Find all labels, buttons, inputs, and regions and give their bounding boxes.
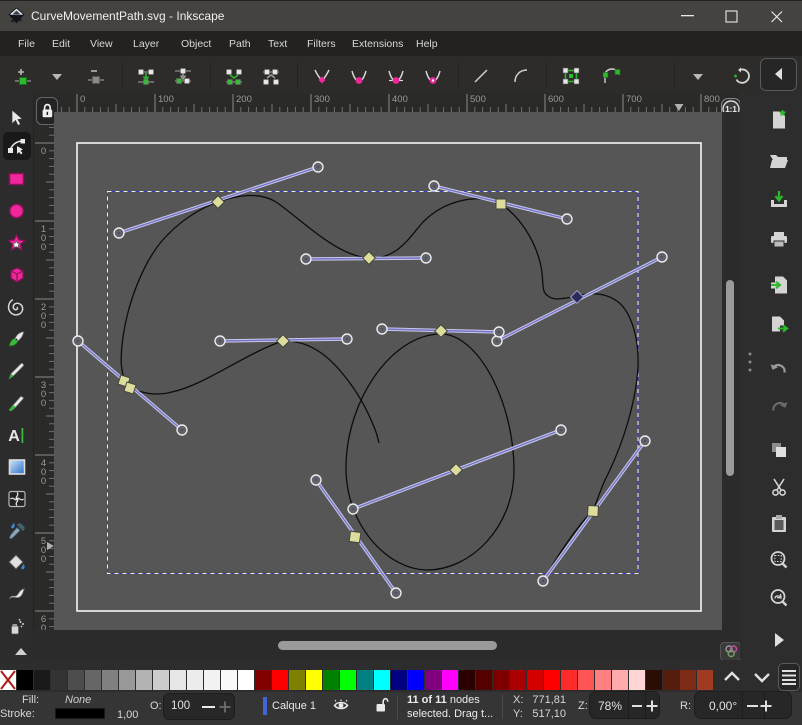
svg-text:600: 600 <box>548 94 564 105</box>
svg-text:0: 0 <box>41 554 46 565</box>
svg-text:0: 0 <box>41 476 46 487</box>
svg-text:400: 400 <box>392 94 408 105</box>
svg-text:300: 300 <box>314 94 330 105</box>
svg-text:0: 0 <box>41 146 46 157</box>
svg-text:0: 0 <box>41 623 46 630</box>
svg-text:A: A <box>8 428 20 445</box>
svg-text:800: 800 <box>704 94 720 105</box>
svg-text:200: 200 <box>236 94 252 105</box>
svg-text:700: 700 <box>626 94 642 105</box>
svg-text:0: 0 <box>80 94 85 105</box>
svg-text:100: 100 <box>158 94 174 105</box>
svg-text:0: 0 <box>41 242 46 253</box>
svg-text:500: 500 <box>470 94 486 105</box>
svg-text:0: 0 <box>41 398 46 409</box>
svg-text:0: 0 <box>41 320 46 331</box>
